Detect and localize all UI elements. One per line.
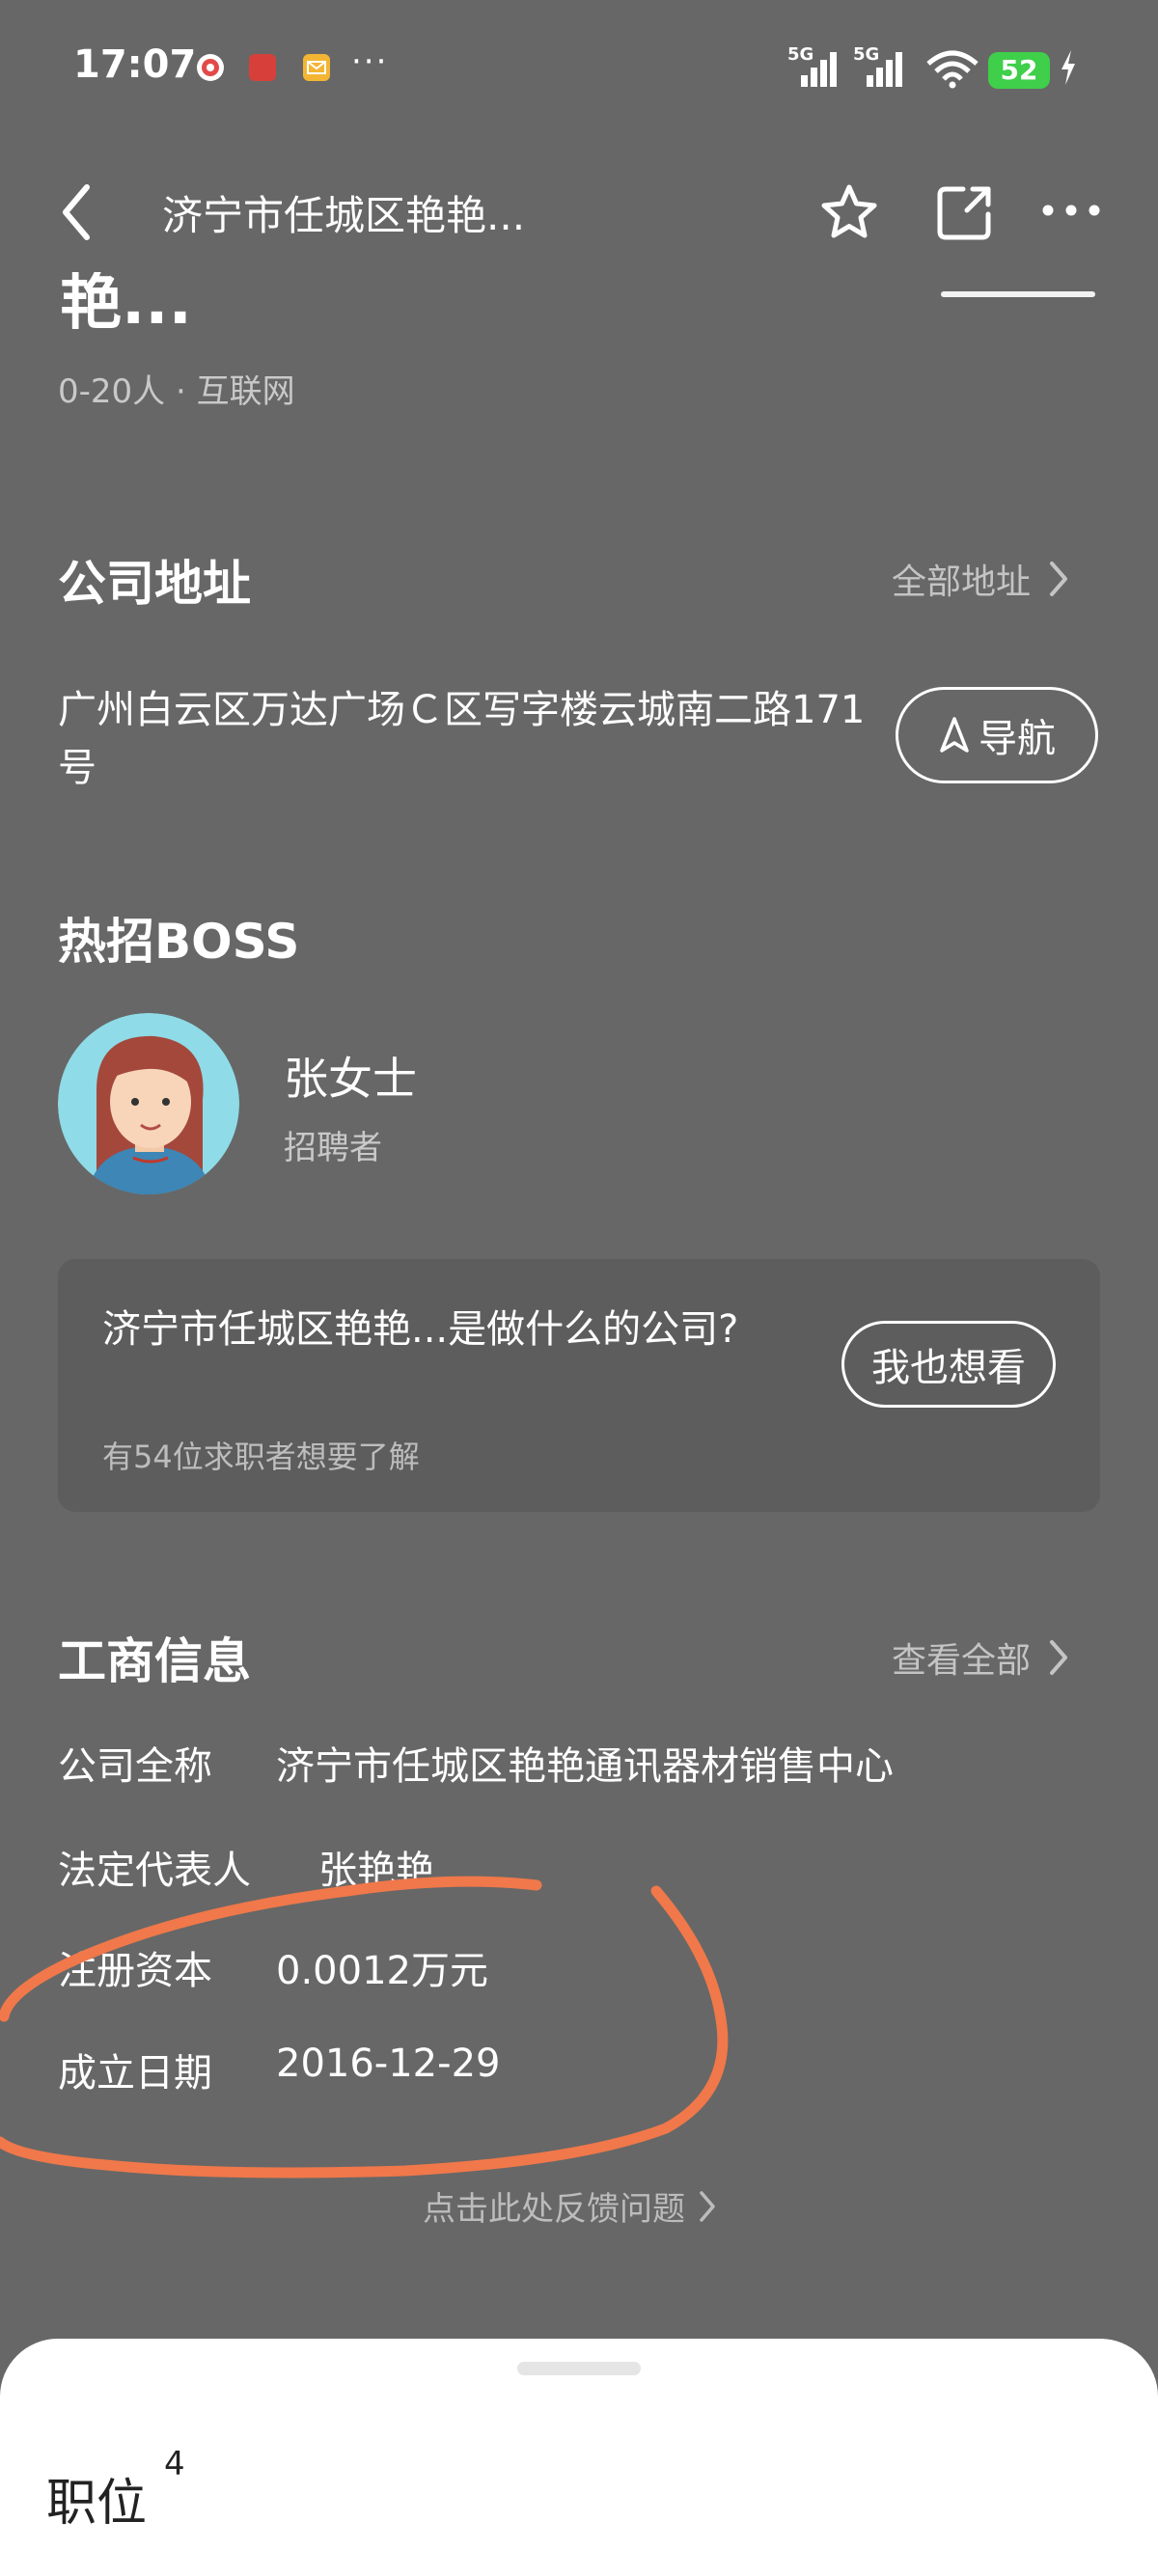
mail-notification-icon (303, 54, 330, 81)
status-time: 17:07 (73, 42, 197, 87)
hand-drawn-circle-annotation (0, 1876, 729, 2179)
app-notification-icon (197, 54, 224, 81)
all-address-label: 全部地址 (892, 562, 1032, 602)
app-notification-icon (249, 54, 276, 81)
battery-indicator: 52 (988, 52, 1050, 89)
address-text: 广州白云区万达广场Ｃ区写字楼云城南二路171号 (58, 688, 866, 790)
chevron-right-icon (700, 2190, 715, 2222)
signal-icon: 5G (787, 44, 841, 93)
tab-indicator (941, 291, 1095, 297)
jobs-bottom-sheet[interactable]: 职位 4 (0, 2339, 1158, 2576)
jobs-title: 职位 (46, 2475, 148, 2533)
page-title: 济宁市任城区艳艳... (162, 192, 526, 239)
more-options-icon[interactable] (1040, 201, 1102, 224)
address-section-title: 公司地址 (58, 556, 251, 612)
jobs-count-badge: 4 (164, 2445, 185, 2483)
favorite-star-icon[interactable] (818, 181, 880, 247)
charging-icon (1058, 48, 1079, 91)
back-icon[interactable] (58, 181, 96, 247)
question-subtext: 有54位求职者想要了解 (102, 1439, 420, 1475)
company-name-heading: 艳... (60, 272, 192, 330)
chevron-right-icon (1050, 562, 1068, 596)
chevron-right-icon (1050, 1640, 1068, 1675)
more-notifications-icon: ··· (351, 42, 389, 81)
feedback-label: 点击此处反馈问题 (423, 2190, 685, 2229)
boss-name: 张女士 (284, 1053, 417, 1105)
view-all-business-link[interactable]: 查看全部 (892, 1632, 1069, 1683)
wifi-icon (924, 48, 980, 93)
navigate-button[interactable]: 导航 (896, 687, 1098, 783)
share-icon[interactable] (934, 181, 996, 247)
view-all-label: 查看全部 (892, 1641, 1032, 1681)
boss-role: 招聘者 (284, 1129, 382, 1167)
business-info-title: 工商信息 (58, 1633, 251, 1689)
boss-section-title: 热招BOSS (58, 914, 300, 970)
signal-icon: 5G (853, 44, 907, 93)
company-meta: 0-20人 · 互联网 (58, 372, 295, 411)
feedback-link[interactable]: 点击此处反馈问题 (423, 2182, 716, 2230)
sheet-drag-handle[interactable] (517, 2362, 641, 2375)
all-address-link[interactable]: 全部地址 (892, 554, 1069, 604)
question-text: 济宁市任城区艳艳...是做什么的公司? (102, 1307, 739, 1352)
company-question-card: 济宁市任城区艳艳...是做什么的公司? 有54位求职者想要了解 我也想看 (58, 1259, 1100, 1512)
want-to-know-button[interactable]: 我也想看 (841, 1321, 1056, 1408)
business-row-label: 公司全称 (58, 1744, 212, 1789)
avatar[interactable] (58, 1013, 239, 1194)
navigation-arrow-icon (940, 717, 969, 753)
business-row-value: 济宁市任城区艳艳通讯器材销售中心 (276, 1744, 894, 1789)
navigate-label: 导航 (979, 717, 1056, 761)
